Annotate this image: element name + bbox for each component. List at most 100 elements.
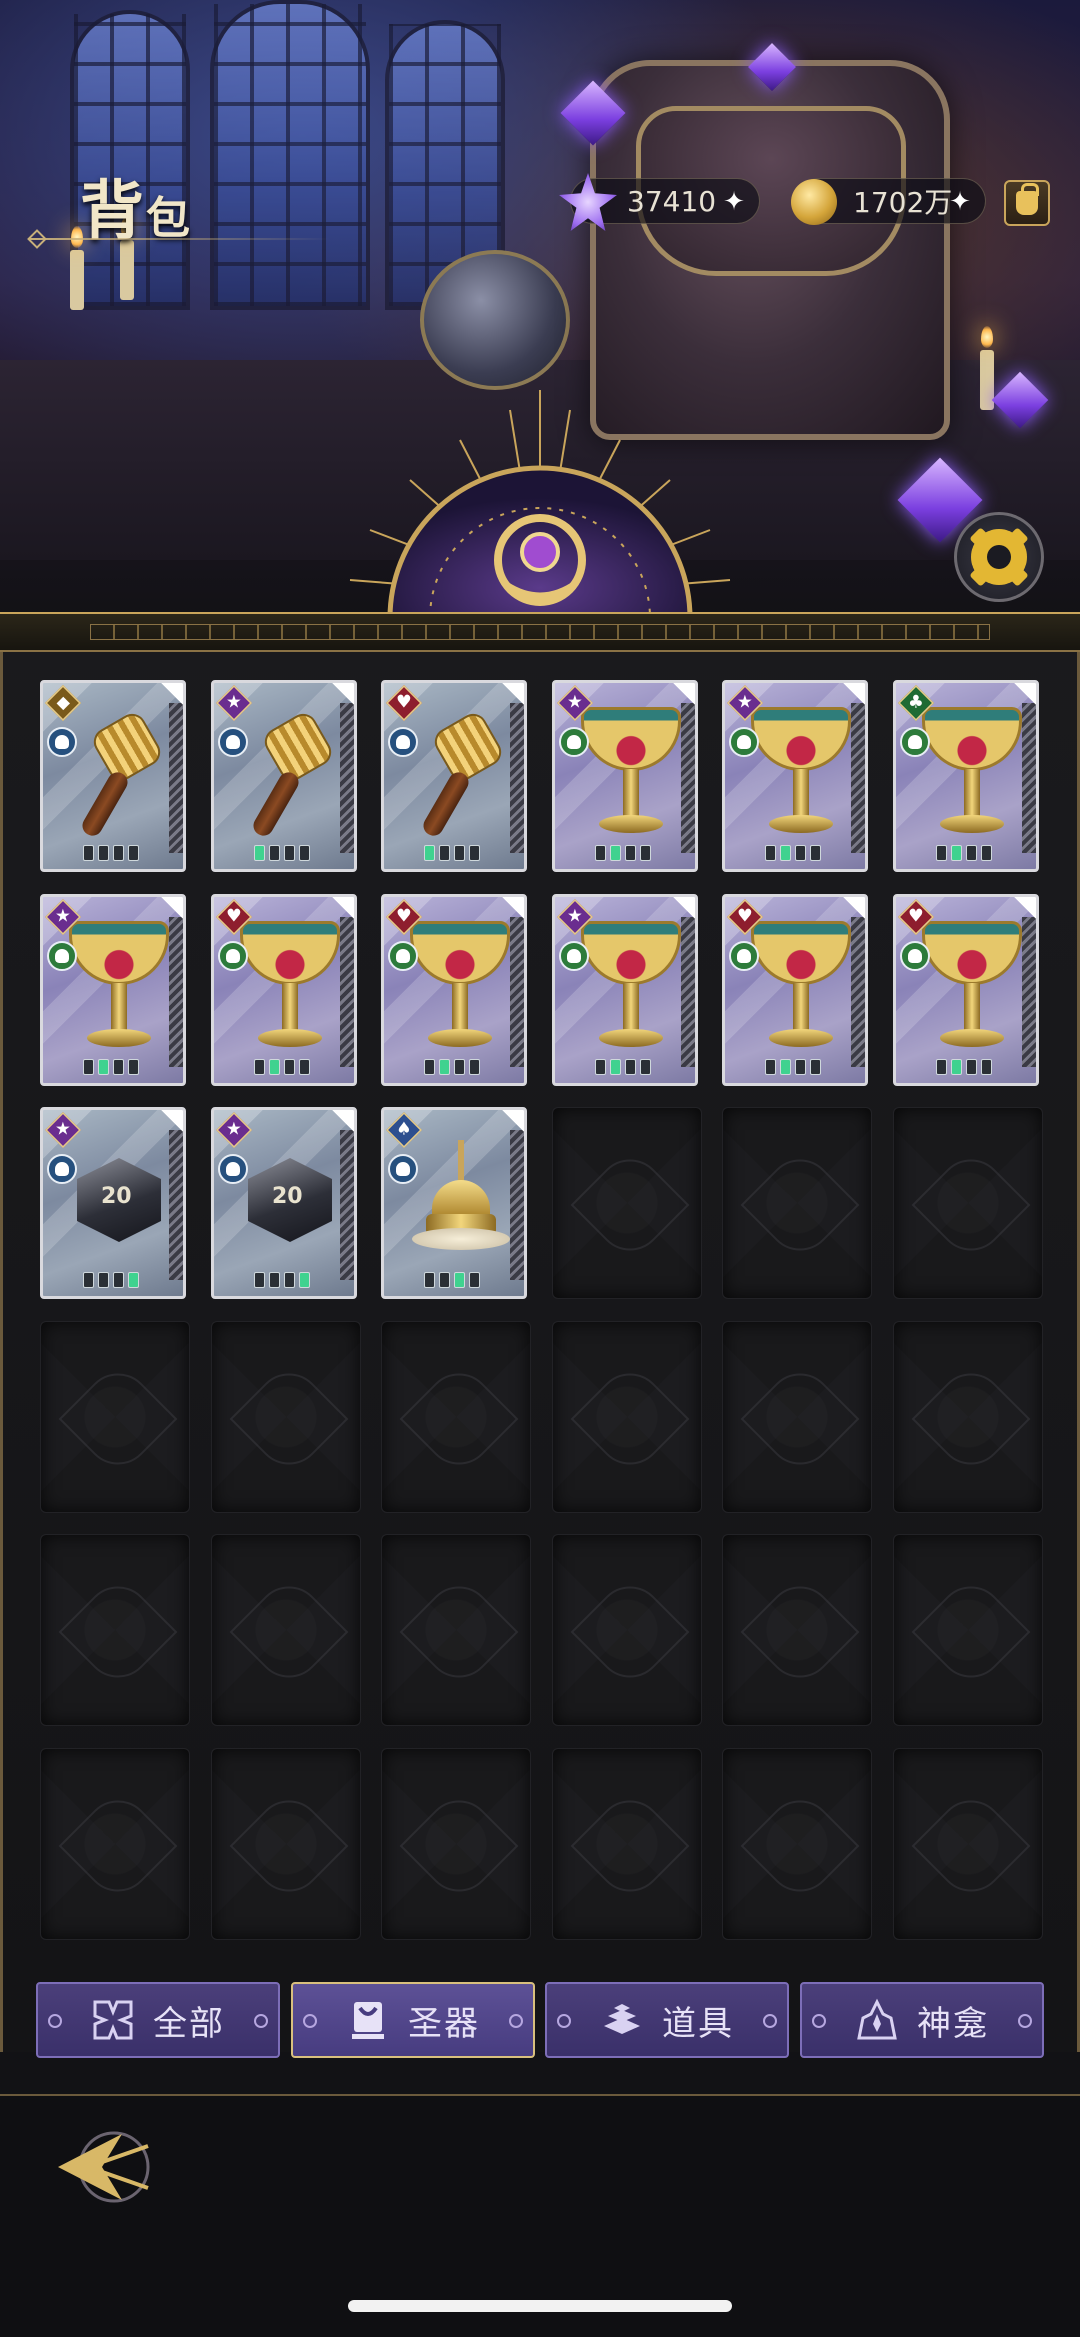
leaf-type-icon	[47, 941, 77, 971]
settings-button[interactable]	[954, 512, 1044, 602]
empty-slot	[722, 1107, 872, 1299]
empty-slot	[552, 1748, 702, 1940]
tab-shrine[interactable]: 神龛	[800, 1982, 1044, 2058]
inventory-item-cup[interactable]: ★	[552, 680, 698, 872]
ghost-type-icon	[47, 1154, 77, 1184]
cup-artwork	[581, 911, 681, 1061]
shop-bag-icon	[1016, 183, 1039, 215]
inventory-item-stamp[interactable]: ★	[211, 680, 357, 872]
back-button[interactable]	[52, 2122, 162, 2212]
leaf-type-icon	[900, 727, 930, 757]
empty-slot	[893, 1534, 1043, 1726]
cup-artwork	[751, 911, 851, 1061]
inventory-item-cup[interactable]: ♥	[381, 894, 527, 1086]
inventory-item-cup[interactable]: ★	[552, 894, 698, 1086]
ghost-type-icon	[388, 727, 418, 757]
level-pips	[595, 1059, 651, 1075]
ghost-type-icon	[47, 727, 77, 757]
home-indicator[interactable]	[348, 2300, 732, 2312]
shrine-icon	[857, 1998, 897, 2040]
leaf-type-icon	[559, 941, 589, 971]
gold-coin-icon	[791, 179, 837, 225]
level-pips	[254, 845, 310, 861]
inventory-item-dice[interactable]: 20 ★	[211, 1107, 357, 1299]
inventory-item-cup[interactable]: ♥	[722, 894, 868, 1086]
empty-slot	[722, 1534, 872, 1726]
cup-artwork	[751, 697, 851, 847]
tab-label: 神龛	[917, 2003, 989, 2044]
empty-slot	[40, 1534, 190, 1726]
all-icon	[93, 2000, 133, 2040]
items-icon	[604, 2004, 640, 2034]
lamp-artwork	[406, 1140, 516, 1270]
level-pips	[424, 1272, 480, 1288]
level-pips	[83, 1272, 139, 1288]
empty-slot	[40, 1748, 190, 1940]
cup-artwork	[922, 697, 1022, 847]
dice-artwork: 20	[240, 1150, 340, 1250]
inventory-item-cup[interactable]: ♥	[211, 894, 357, 1086]
tab-label: 全部	[153, 2003, 225, 2044]
tab-label: 道具	[662, 2003, 734, 2044]
ghost-type-icon	[388, 1154, 418, 1184]
add-coin-button[interactable]: ✦	[943, 185, 977, 219]
shop-button[interactable]	[1004, 180, 1050, 226]
ghost-type-icon	[218, 727, 248, 757]
dice-artwork: 20	[69, 1150, 169, 1250]
tab-items[interactable]: 道具	[545, 1982, 789, 2058]
leaf-type-icon	[218, 941, 248, 971]
leaf-type-icon	[559, 727, 589, 757]
empty-slot	[893, 1107, 1043, 1299]
empty-slot	[211, 1748, 361, 1940]
empty-slot	[381, 1321, 531, 1513]
level-pips	[254, 1059, 310, 1075]
tab-relics[interactable]: 圣器	[291, 1982, 535, 2058]
leaf-type-icon	[729, 727, 759, 757]
inventory-item-cup[interactable]: ★	[722, 680, 868, 872]
level-pips	[424, 1059, 480, 1075]
inventory-item-stamp[interactable]: ♥	[381, 680, 527, 872]
empty-slot	[211, 1534, 361, 1726]
inventory-item-lamp[interactable]: ♠	[381, 1107, 527, 1299]
panel-top-border	[0, 612, 1080, 652]
empty-slot	[552, 1107, 702, 1299]
inventory-item-stamp[interactable]: ◆	[40, 680, 186, 872]
level-pips	[765, 845, 821, 861]
relic-icon	[352, 2002, 384, 2039]
stamp-artwork	[77, 708, 167, 843]
inventory-item-cup[interactable]: ♥	[893, 894, 1039, 1086]
empty-slot	[552, 1321, 702, 1513]
stamp-artwork	[418, 708, 508, 843]
tab-all[interactable]: 全部	[36, 1982, 280, 2058]
heart-icon: ♥	[385, 684, 423, 722]
level-pips	[83, 1059, 139, 1075]
inventory-item-cup[interactable]: ♣	[893, 680, 1039, 872]
inventory-item-dice[interactable]: 20 ★	[40, 1107, 186, 1299]
level-pips	[936, 1059, 992, 1075]
stamp-artwork	[248, 708, 338, 843]
diamond-icon: ◆	[44, 684, 82, 722]
level-pips	[765, 1059, 821, 1075]
hero-banner	[0, 0, 1080, 620]
add-gem-button[interactable]: ✦	[717, 185, 751, 219]
star-icon: ★	[215, 1111, 253, 1149]
empty-slot	[893, 1321, 1043, 1513]
empty-slot	[722, 1748, 872, 1940]
level-pips	[424, 845, 480, 861]
empty-slot	[893, 1748, 1043, 1940]
empty-slot	[722, 1321, 872, 1513]
level-pips	[936, 845, 992, 861]
inventory-item-cup[interactable]: ★	[40, 894, 186, 1086]
title-underline	[30, 238, 330, 240]
gem-currency: 37410 ✦	[559, 173, 760, 231]
star-icon: ★	[215, 684, 253, 722]
leaf-type-icon	[388, 941, 418, 971]
moon-emblem-icon	[349, 390, 731, 620]
tab-label: 圣器	[408, 2003, 480, 2044]
level-pips	[254, 1272, 310, 1288]
leaf-type-icon	[729, 941, 759, 971]
cup-artwork	[240, 911, 340, 1061]
candle-icon	[70, 226, 84, 310]
leaf-type-icon	[900, 941, 930, 971]
level-pips	[595, 845, 651, 861]
